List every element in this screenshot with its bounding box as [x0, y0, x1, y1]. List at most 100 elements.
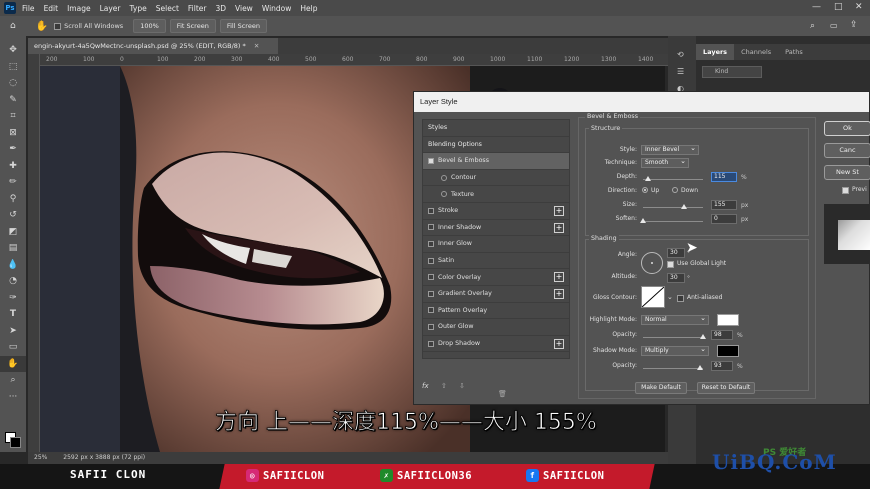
soften-slider-track[interactable] [643, 221, 703, 222]
menu-window[interactable]: Window [262, 4, 292, 13]
quick-select-tool-icon[interactable]: ✎ [0, 92, 26, 109]
close-icon[interactable]: ✕ [855, 2, 863, 12]
menu-3d[interactable]: 3D [215, 4, 226, 13]
more-tools-icon[interactable]: ··· [0, 389, 26, 406]
crop-tool-icon[interactable]: ⌗ [0, 108, 26, 125]
style-checkbox-satin[interactable] [428, 257, 434, 264]
style-item-inner-shadow[interactable]: Inner Shadow + [423, 220, 569, 237]
add-inner-shadow-plus-icon[interactable]: + [554, 222, 564, 233]
fx-icon[interactable]: fx [422, 382, 429, 390]
tab-channels[interactable]: Channels [734, 44, 778, 60]
zoom-level[interactable]: 25% [34, 454, 47, 461]
history-panel-icon[interactable]: ⟲ [677, 50, 696, 59]
highlight-opacity-thumb[interactable] [700, 334, 706, 339]
menu-select[interactable]: Select [156, 4, 179, 13]
style-checkbox-inner-glow[interactable] [428, 240, 434, 247]
shadow-opacity-thumb[interactable] [697, 365, 703, 370]
add-stroke-plus-icon[interactable]: + [554, 205, 564, 216]
path-select-tool-icon[interactable]: ➤ [0, 323, 26, 340]
trash-icon[interactable]: 🗑 [498, 390, 507, 398]
properties-panel-icon[interactable]: ☰ [677, 67, 696, 76]
zoom-100-button[interactable]: 100% [133, 19, 166, 33]
style-checkbox-stroke[interactable] [428, 207, 434, 214]
angle-dial[interactable] [641, 252, 663, 274]
menu-file[interactable]: File [22, 4, 35, 13]
move-tool-icon[interactable]: ✥ [0, 42, 26, 59]
fill-screen-button[interactable]: Fill Screen [219, 19, 267, 33]
style-item-outer-glow[interactable]: Outer Glow [423, 319, 569, 336]
style-checkbox-outer-glow[interactable] [428, 323, 434, 330]
tab-close-icon[interactable]: ✕ [254, 42, 259, 50]
workspace-icon[interactable]: ▭ [830, 21, 838, 30]
highlight-opacity-track[interactable] [643, 337, 703, 338]
style-dropdown[interactable]: Inner Bevel [641, 144, 699, 155]
gloss-contour-picker[interactable] [641, 286, 665, 308]
scroll-all-windows-box[interactable] [54, 22, 62, 30]
style-checkbox-gradient-overlay[interactable] [428, 290, 434, 297]
tab-paths[interactable]: Paths [778, 44, 810, 60]
technique-dropdown[interactable]: Smooth [641, 157, 689, 168]
depth-slider-thumb[interactable] [645, 176, 651, 181]
direction-up-radio[interactable] [642, 187, 648, 193]
document-tab[interactable]: engin-akyurt-4a5QwMectnc-unsplash.psd @ … [28, 38, 278, 54]
style-checkbox-inner-shadow[interactable] [428, 224, 434, 231]
ok-button[interactable]: Ok [824, 121, 870, 136]
rectangle-tool-icon[interactable]: ▭ [0, 339, 26, 356]
altitude-input[interactable]: 30 [667, 273, 685, 283]
style-checkbox-color-overlay[interactable] [428, 274, 434, 281]
style-item-bevel-emboss[interactable]: Bevel & Emboss [423, 153, 569, 170]
shadow-opacity-track[interactable] [643, 368, 703, 369]
direction-down-radio[interactable] [672, 187, 678, 193]
shadow-mode-dropdown[interactable]: Multiply [641, 345, 709, 356]
new-style-button[interactable]: New St [824, 165, 870, 180]
add-color-overlay-plus-icon[interactable]: + [554, 272, 564, 283]
highlight-color-swatch[interactable] [717, 314, 739, 326]
menu-image[interactable]: Image [67, 4, 91, 13]
preview-checkbox[interactable] [842, 187, 849, 194]
blending-options-item[interactable]: Blending Options [423, 137, 569, 154]
tab-layers[interactable]: Layers [696, 44, 735, 60]
fit-screen-button[interactable]: Fit Screen [169, 19, 216, 33]
history-brush-tool-icon[interactable]: ↺ [0, 207, 26, 224]
menu-type[interactable]: Type [130, 4, 147, 13]
size-slider-track[interactable] [643, 207, 703, 208]
zoom-tool-icon[interactable]: ⌕ [0, 372, 26, 389]
search-icon[interactable]: ⌕ [810, 21, 815, 31]
type-tool-icon[interactable]: T [0, 306, 26, 323]
style-item-texture[interactable]: Texture [423, 186, 569, 203]
layer-kind-filter[interactable]: Kind [702, 66, 762, 78]
soften-input[interactable]: 0 [711, 214, 737, 224]
use-global-light-checkbox[interactable] [667, 261, 674, 268]
highlight-mode-dropdown[interactable]: Normal [641, 314, 709, 325]
angle-input[interactable]: 30 [667, 248, 685, 258]
style-checkbox-contour[interactable] [441, 174, 447, 181]
style-item-color-overlay[interactable]: Color Overlay + [423, 269, 569, 286]
maximize-icon[interactable]: □ [834, 2, 843, 12]
add-gradient-overlay-plus-icon[interactable]: + [554, 288, 564, 299]
style-item-stroke[interactable]: Stroke + [423, 203, 569, 220]
marquee-tool-icon[interactable]: ⬚ [0, 59, 26, 76]
size-input[interactable]: 155 [711, 200, 737, 210]
shadow-color-swatch[interactable] [717, 345, 739, 357]
move-down-icon[interactable]: ⇩ [459, 382, 465, 390]
share-icon[interactable]: ⇪ [850, 20, 858, 30]
style-item-pattern-overlay[interactable]: Pattern Overlay [423, 303, 569, 320]
anti-aliased-checkbox[interactable] [677, 295, 684, 302]
style-checkbox-bevel-emboss[interactable] [428, 157, 434, 164]
style-checkbox-texture[interactable] [441, 191, 447, 198]
dodge-tool-icon[interactable]: ◔ [0, 273, 26, 290]
clone-stamp-tool-icon[interactable]: ⚲ [0, 191, 26, 208]
style-item-contour[interactable]: Contour [423, 170, 569, 187]
size-slider-thumb[interactable] [681, 204, 687, 209]
menu-help[interactable]: Help [300, 4, 317, 13]
style-item-drop-shadow[interactable]: Drop Shadow + [423, 336, 569, 353]
brush-tool-icon[interactable]: ✏ [0, 174, 26, 191]
style-checkbox-drop-shadow[interactable] [428, 340, 434, 347]
styles-header[interactable]: Styles [423, 120, 569, 137]
style-checkbox-pattern-overlay[interactable] [428, 307, 434, 314]
cancel-button[interactable]: Canc [824, 143, 870, 158]
move-up-icon[interactable]: ⇧ [441, 382, 447, 390]
lasso-tool-icon[interactable]: ◌ [0, 75, 26, 92]
pen-tool-icon[interactable]: ✑ [0, 290, 26, 307]
gloss-contour-chevron-icon[interactable]: ⌄ [667, 293, 673, 301]
